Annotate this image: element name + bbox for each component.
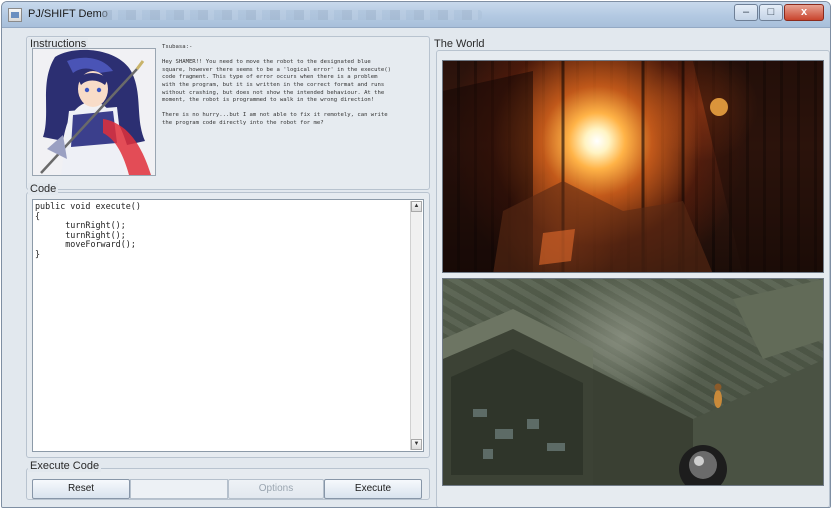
game-map-graphic [443,279,823,485]
code-textarea[interactable] [35,202,407,449]
fire-scene-graphic [443,61,823,272]
app-icon [8,8,22,22]
code-scrollbar[interactable]: ▲ ▼ [410,201,422,450]
blurred-toolbar-strip [102,10,482,20]
instructions-text: Tsubasa:- Hey SHAMER!! You need to move … [162,44,392,126]
close-button[interactable]: x [784,4,824,21]
minimize-icon: – [742,6,750,18]
app-window: PJ/SHIFT Demo – □ x Instructions Code Ex… [1,1,831,508]
code-editor[interactable]: ▲ ▼ [32,199,424,452]
scroll-up-icon[interactable]: ▲ [411,201,422,212]
anime-character-portrait-icon [33,49,155,175]
execute-button[interactable]: Execute [324,479,422,499]
maximize-button[interactable]: □ [759,4,783,21]
maximize-icon: □ [767,6,775,18]
window-controls: – □ x [734,4,824,21]
window-title: PJ/SHIFT Demo [28,8,108,20]
code-label: Code [28,183,59,195]
execute-code-label: Execute Code [28,460,102,472]
scroll-down-icon[interactable]: ▼ [411,439,422,450]
close-icon: x [800,6,808,18]
isometric-game-map-scene [442,278,824,486]
title-bar[interactable]: PJ/SHIFT Demo – □ x [2,2,830,28]
burning-building-scene [442,60,824,273]
world-label: The World [432,38,487,50]
minimize-button[interactable]: – [734,4,758,21]
blank-field [130,479,228,499]
reset-button[interactable]: Reset [32,479,130,499]
character-portrait [32,48,156,176]
options-button[interactable]: Options [228,479,324,499]
